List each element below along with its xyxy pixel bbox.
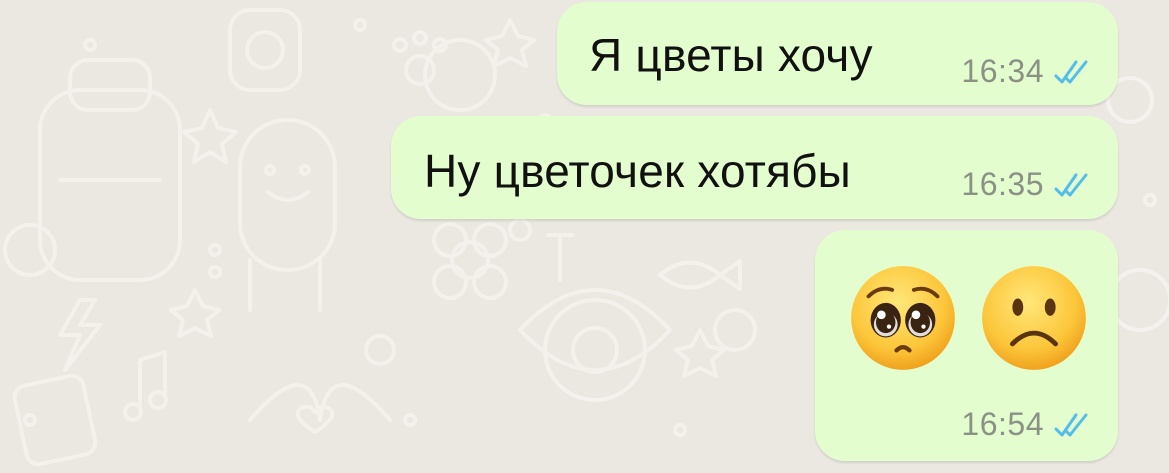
message-text: Ну цветочек хотябы: [424, 145, 851, 197]
message-time: 16:34: [961, 53, 1044, 89]
message-bubble[interactable]: Ну цветочек хотябы 16:35: [391, 116, 1118, 219]
message-time: 16:54: [961, 406, 1044, 442]
message-bubble[interactable]: 16:54: [815, 230, 1118, 461]
pleading-face-emoji: [851, 266, 955, 370]
message-meta: 16:34: [961, 53, 1096, 90]
double-check-icon: [1054, 413, 1088, 436]
message-meta: 16:54: [961, 406, 1096, 443]
message-text: Я цветы хочу: [589, 29, 873, 81]
double-check-icon: [1054, 60, 1088, 83]
frowning-face-emoji: [982, 266, 1086, 370]
message-time: 16:35: [961, 166, 1044, 202]
double-check-icon: [1054, 173, 1088, 196]
message-bubble[interactable]: Я цветы хочу 16:34: [557, 2, 1118, 105]
message-meta: 16:35: [961, 166, 1096, 203]
